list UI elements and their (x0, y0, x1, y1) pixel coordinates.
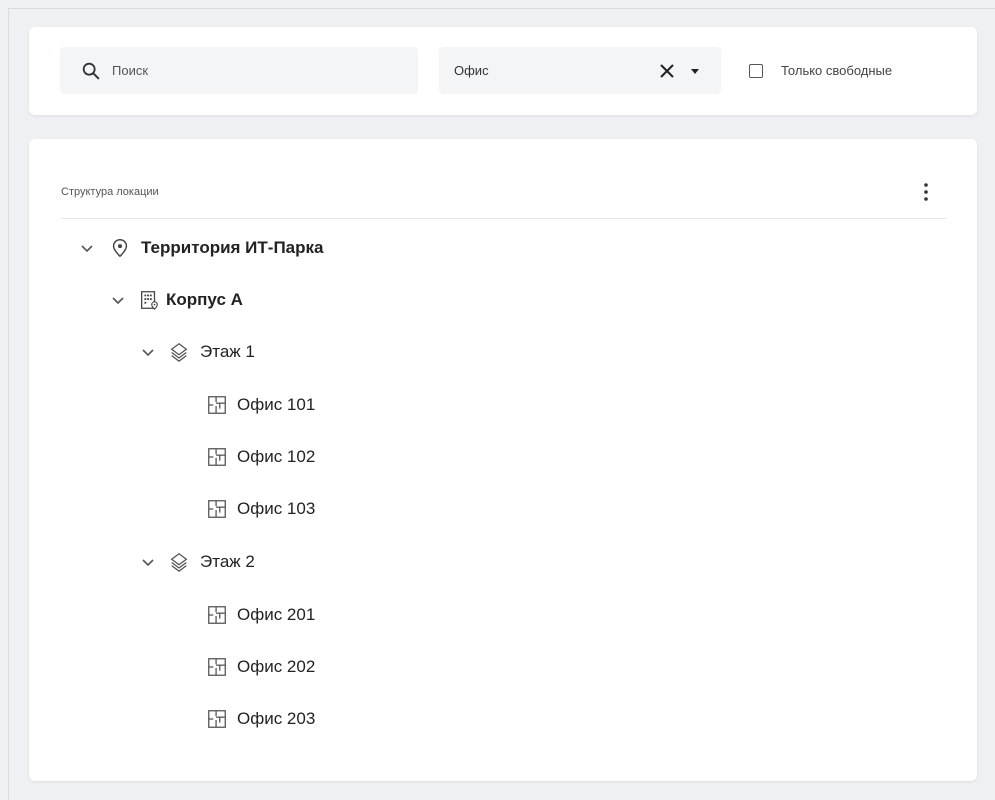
layers-icon (170, 342, 188, 362)
tree-header: Структура локации (61, 172, 946, 219)
tree-node-office-101[interactable]: Офис 101 (206, 391, 315, 419)
tree-node-floor-1[interactable]: Этаж 1 (140, 338, 255, 366)
location-structure-panel: Структура локации Территория ИТ-Парка Ко… (29, 139, 977, 781)
tree-node-label: Офис 101 (237, 395, 316, 414)
tree-node-label: Офис 203 (237, 709, 316, 728)
search-icon (82, 62, 100, 79)
tree-node-office-103[interactable]: Офис 103 (206, 495, 315, 523)
tree-node-office-203[interactable]: Офис 203 (206, 705, 315, 733)
building-icon (141, 291, 158, 310)
tree-node-label: Офис 103 (237, 499, 316, 518)
floor-plan-icon (208, 396, 226, 414)
floor-plan-icon (208, 606, 226, 624)
type-select-value: Офис (454, 63, 489, 78)
tree-title: Структура локации (61, 186, 159, 198)
floor-plan-icon (208, 710, 226, 728)
tree-node-territory[interactable]: Территория ИТ-Парка (79, 234, 323, 262)
chevron-down-icon[interactable] (110, 292, 126, 308)
tree-node-label: Территория ИТ-Парка (141, 238, 324, 257)
tree-node-office-201[interactable]: Офис 201 (206, 601, 315, 629)
tree-node-office-202[interactable]: Офис 202 (206, 653, 315, 681)
tree-node-label: Офис 201 (237, 605, 316, 624)
search-field[interactable] (60, 47, 418, 94)
caret-down-icon[interactable] (687, 63, 703, 79)
chevron-down-icon[interactable] (140, 554, 156, 570)
type-select[interactable]: Офис (439, 47, 721, 94)
filter-panel: Офис Только свободные (29, 27, 977, 115)
tree-node-building[interactable]: Корпус А (110, 286, 243, 314)
chevron-down-icon[interactable] (79, 240, 95, 256)
tree-node-label: Корпус А (166, 290, 243, 309)
close-icon[interactable] (655, 59, 679, 83)
chevron-down-icon[interactable] (140, 344, 156, 360)
search-input[interactable] (110, 62, 414, 79)
tree-node-label: Этаж 2 (200, 552, 255, 571)
tree-node-label: Этаж 1 (200, 342, 255, 361)
only-free-label: Только свободные (781, 63, 893, 78)
floor-plan-icon (208, 658, 226, 676)
layers-icon (170, 552, 188, 572)
location-pin-icon (112, 239, 128, 258)
only-free-toggle[interactable]: Только свободные (749, 63, 892, 78)
more-vert-icon[interactable] (918, 180, 934, 204)
tree-node-label: Офис 202 (237, 657, 316, 676)
tree-node-floor-2[interactable]: Этаж 2 (140, 548, 255, 576)
tree-node-label: Офис 102 (237, 447, 316, 466)
tree-node-office-102[interactable]: Офис 102 (206, 443, 315, 471)
floor-plan-icon (208, 448, 226, 466)
only-free-checkbox[interactable] (749, 63, 763, 78)
floor-plan-icon (208, 500, 226, 518)
